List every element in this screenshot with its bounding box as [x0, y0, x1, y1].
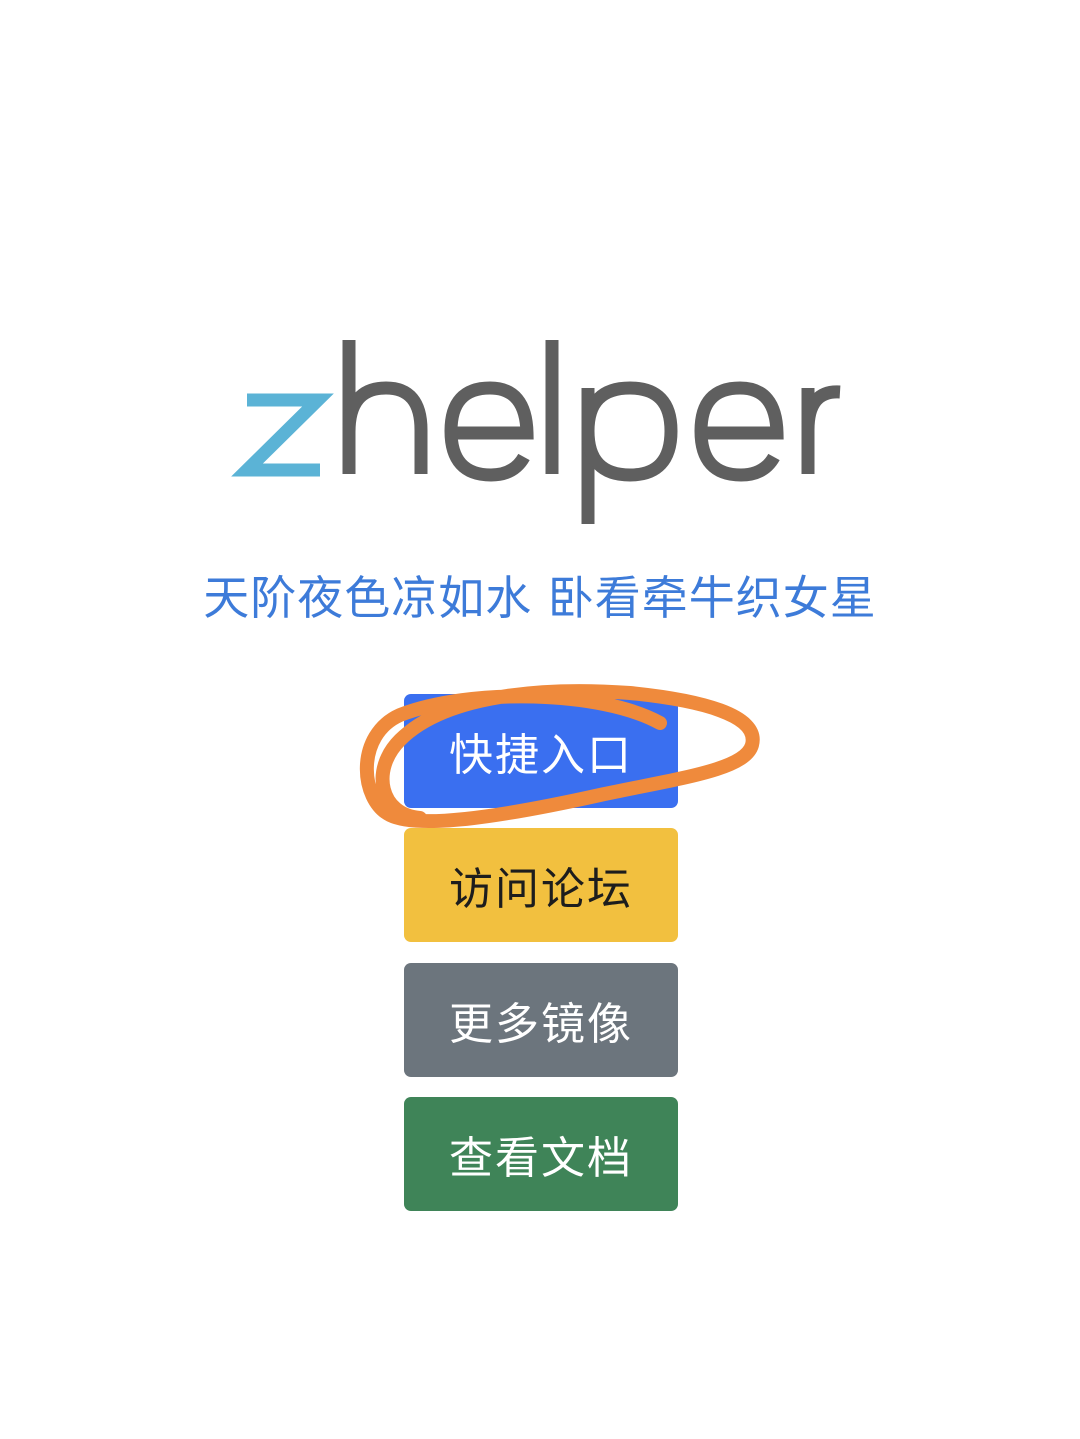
- quick-entry-button[interactable]: 快捷入口: [404, 694, 678, 808]
- zhelper-logo: [0, 330, 1080, 530]
- more-mirrors-button[interactable]: 更多镜像: [404, 963, 678, 1077]
- slogan: 天阶夜色凉如水 卧看牵牛织女星: [203, 571, 877, 625]
- logo-letter-z: [231, 393, 334, 477]
- visit-forum-button[interactable]: 访问论坛: [404, 828, 678, 942]
- logo-letters-helper: [342, 340, 841, 524]
- view-docs-button[interactable]: 查看文档: [404, 1097, 678, 1211]
